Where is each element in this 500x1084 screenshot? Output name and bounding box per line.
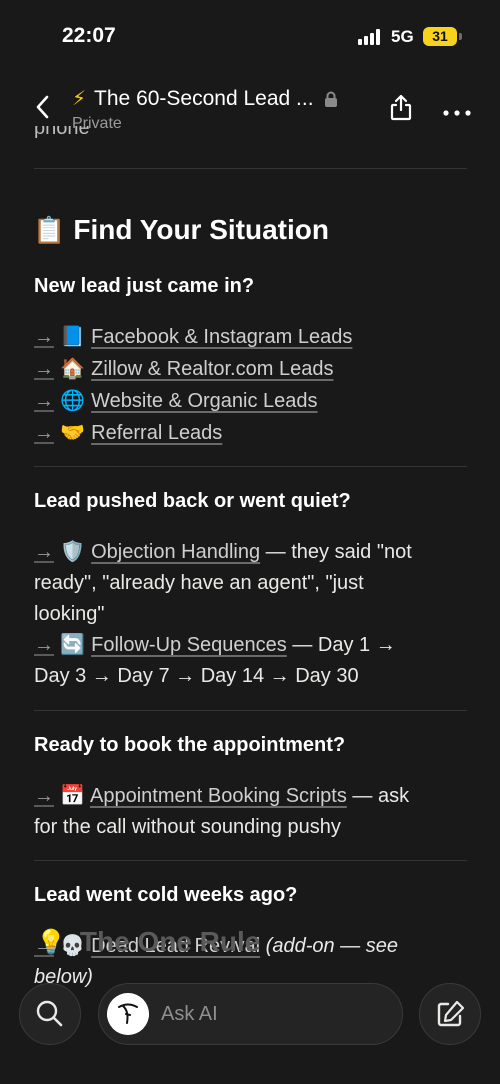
search-button[interactable] xyxy=(19,983,81,1045)
arrow: → xyxy=(34,541,54,563)
question-heading: Lead went cold weeks ago? xyxy=(34,884,298,906)
page-title: The 60-Second Lead ... xyxy=(94,86,314,110)
divider xyxy=(34,466,467,467)
chevron-left-icon xyxy=(36,95,49,119)
lock-icon xyxy=(324,91,337,107)
battery-icon: 31 xyxy=(423,27,457,46)
question-heading: Lead pushed back or went quiet? xyxy=(34,490,351,512)
revival-note: (add-on — see xyxy=(260,935,398,957)
next-section-title: The One Rule xyxy=(79,926,261,957)
link-line: → 📘 Facebook & Instagram Leads xyxy=(34,322,469,353)
text-line: → 🔄 Follow-Up Sequences — Day 1 → xyxy=(34,630,469,661)
link-objection-handling[interactable]: Objection Handling xyxy=(91,541,260,563)
next-section-heading: 💡 The One Rule xyxy=(36,926,260,958)
more-button[interactable] xyxy=(443,104,471,116)
battery-cap xyxy=(459,33,462,40)
booking-desc-line-2: for the call without sounding pushy xyxy=(34,816,341,838)
handshake-icon: 🤝 xyxy=(60,422,86,444)
share-button[interactable] xyxy=(388,94,414,122)
arrow: → xyxy=(34,422,54,444)
clipboard-icon: 📋 xyxy=(33,214,66,245)
link-line: → 🤝 Referral Leads xyxy=(34,418,469,449)
arrow: → xyxy=(34,390,54,412)
text-line: → 🛡️ Objection Handling — they said "not xyxy=(34,537,469,568)
question-heading: Ready to book the appointment? xyxy=(34,734,346,756)
back-button[interactable] xyxy=(30,92,56,122)
section-title: Find Your Situation xyxy=(73,214,329,245)
signal-icon xyxy=(358,29,384,45)
link-line: → 🏠 Zillow & Realtor.com Leads xyxy=(34,354,469,385)
objection-desc-line-3: looking" xyxy=(34,603,105,625)
objection-desc-line-2: ready", "already have an agent", "just xyxy=(34,572,364,594)
clipped-text: phone xyxy=(34,126,90,139)
question-heading: New lead just came in? xyxy=(34,275,255,297)
network-type: 5G xyxy=(391,27,414,46)
status-time: 22:07 xyxy=(62,24,116,47)
status-bar: 22:07 5G 31 xyxy=(0,0,500,70)
house-icon: 🏠 xyxy=(60,358,86,380)
arrow: → xyxy=(34,358,54,380)
shield-icon: 🛡️ xyxy=(60,541,86,563)
bottom-toolbar: Ask AI xyxy=(0,982,500,1046)
share-icon xyxy=(390,94,412,121)
divider xyxy=(34,710,467,711)
ask-ai-label: Ask AI xyxy=(161,1002,218,1025)
section-heading: 📋 Find Your Situation xyxy=(33,214,329,246)
lightbulb-icon: 💡 xyxy=(36,928,66,956)
link-appointment-booking-scripts[interactable]: Appointment Booking Scripts xyxy=(90,785,347,807)
ai-face-icon xyxy=(107,993,149,1035)
followup-desc: — Day 1 → xyxy=(286,634,396,656)
link-zillow-realtor-leads[interactable]: Zillow & Realtor.com Leads xyxy=(91,358,333,380)
lightning-icon: ⚡ xyxy=(72,88,87,110)
arrow: → xyxy=(34,326,54,348)
divider xyxy=(34,860,467,861)
ask-ai-button[interactable]: Ask AI xyxy=(98,983,403,1045)
arrow: → xyxy=(34,634,54,656)
blue-book-icon: 📘 xyxy=(60,326,86,348)
booking-desc: — ask xyxy=(346,785,410,807)
followup-desc-line-2: Day 3 → Day 7 → Day 14 → Day 30 xyxy=(34,665,359,687)
search-icon xyxy=(36,1000,63,1027)
objection-desc: — they said "not xyxy=(260,541,412,563)
divider xyxy=(34,168,467,169)
link-facebook-instagram-leads[interactable]: Facebook & Instagram Leads xyxy=(91,326,352,348)
globe-icon: 🌐 xyxy=(60,390,86,412)
link-follow-up-sequences[interactable]: Follow-Up Sequences xyxy=(91,634,287,656)
more-dots-icon xyxy=(443,110,471,116)
link-referral-leads[interactable]: Referral Leads xyxy=(91,422,222,444)
link-line: → 🌐 Website & Organic Leads xyxy=(34,386,469,417)
refresh-icon: 🔄 xyxy=(60,634,86,656)
arrow: → xyxy=(34,785,54,807)
compose-button[interactable] xyxy=(419,983,481,1045)
text-line: → 📅 Appointment Booking Scripts — ask xyxy=(34,781,469,812)
calendar-icon: 📅 xyxy=(60,785,86,807)
compose-icon xyxy=(437,1000,465,1027)
link-website-organic-leads[interactable]: Website & Organic Leads xyxy=(91,390,317,412)
